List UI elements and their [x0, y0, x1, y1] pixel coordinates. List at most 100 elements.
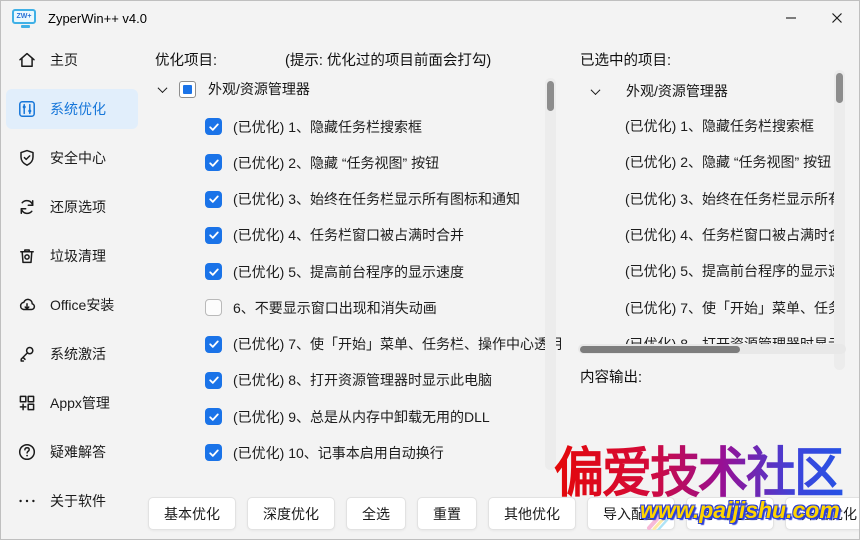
footer-button-5[interactable]: 其他优化 [488, 497, 576, 530]
optimize-item-label: (已优化) 5、提高前台程序的显示速度 [233, 262, 464, 282]
selected-item-row: (已优化) 4、任务栏窗口被占满时合并 [625, 217, 835, 253]
footer-button-2[interactable]: 深度优化 [247, 497, 335, 530]
watermark-community-text: 偏爱技术社区 [554, 444, 860, 503]
shield-check-icon [17, 148, 37, 168]
key-icon [17, 344, 37, 364]
optimize-item-label: (已优化) 10、记事本启用自动换行 [233, 443, 444, 463]
sidebar-item-label: 还原选项 [50, 197, 106, 217]
main-vertical-scrollbar-track[interactable] [545, 78, 556, 470]
optimize-item-label: (已优化) 1、隐藏任务栏搜索框 [233, 117, 422, 137]
item-checkbox-checked[interactable] [205, 408, 222, 425]
item-checkbox-checked[interactable] [205, 227, 222, 244]
close-button[interactable] [814, 0, 860, 36]
group-checkbox-indeterminate[interactable] [179, 81, 196, 98]
sidebar-item-label: 安全中心 [50, 148, 106, 168]
help-circle-icon [17, 442, 37, 462]
app-logo-text: ZW+ [17, 13, 32, 20]
footer-button-3[interactable]: 全选 [346, 497, 406, 530]
optimize-item-row: (已优化) 10、记事本启用自动换行 [205, 443, 444, 463]
optimize-list-hint: (提示: 优化过的项目前面会打勾) [285, 49, 491, 70]
appx-grid-icon [17, 393, 37, 413]
sidebar-item-7[interactable]: 系统激活 [6, 334, 138, 374]
optimize-item-label: (已优化) 7、使「开始」菜单、任务栏、操作中心透明 [233, 334, 562, 354]
item-checkbox-checked[interactable] [205, 118, 222, 135]
trash-icon [17, 246, 37, 266]
footer-button-1[interactable]: 基本优化 [148, 497, 236, 530]
sidebar-item-6[interactable]: Office安装 [6, 285, 138, 325]
group-label: 外观/资源管理器 [208, 79, 310, 99]
output-label: 内容输出: [580, 366, 642, 387]
optimize-item-row: (已优化) 3、始终在任务栏显示所有图标和通知 [205, 189, 520, 209]
item-checkbox-unchecked[interactable] [205, 299, 222, 316]
close-icon [831, 12, 843, 24]
sidebar-item-label: 疑难解答 [50, 442, 106, 462]
sidebar-item-5[interactable]: 垃圾清理 [6, 236, 138, 276]
selected-item-row: (已优化) 7、使「开始」菜单、任务栏、操作中心透明 [625, 289, 835, 325]
sidebar-item-label: 主页 [50, 50, 78, 70]
selected-group-appearance: 外观/资源管理器 [590, 81, 728, 101]
optimize-item-label: (已优化) 3、始终在任务栏显示所有图标和通知 [233, 189, 520, 209]
selected-vertical-scrollbar-thumb[interactable] [836, 73, 843, 103]
sidebar-item-label: 系统优化 [50, 99, 106, 119]
home-icon [17, 50, 37, 70]
expander-chevron-down-icon[interactable] [590, 88, 612, 95]
selected-panel-title: 已选中的项目: [580, 49, 671, 70]
footer-button-4[interactable]: 重置 [417, 497, 477, 530]
sidebar: 主页系统优化安全中心还原选项垃圾清理 Office安装系统激活 Appx管理疑难解答… [0, 40, 144, 530]
sidebar-item-label: 垃圾清理 [50, 246, 106, 266]
optimize-item-row: (已优化) 2、隐藏 “任务视图” 按钮 [205, 153, 439, 173]
optimize-item-row: 6、不要显示窗口出现和消失动画 [205, 298, 437, 318]
sidebar-item-4[interactable]: 还原选项 [6, 187, 138, 227]
selected-item-row: (已优化) 5、提高前台程序的显示速度 [625, 253, 835, 289]
item-checkbox-checked[interactable] [205, 336, 222, 353]
expander-chevron-down-icon[interactable] [157, 86, 179, 93]
minimize-button[interactable] [768, 0, 814, 36]
selected-item-row: (已优化) 2、隐藏 “任务视图” 按钮 [625, 144, 835, 180]
optimize-item-row: (已优化) 5、提高前台程序的显示速度 [205, 262, 464, 282]
title-bar: ZW+ ZyperWin++ v4.0 [0, 0, 860, 36]
footer-button-bar: 基本优化深度优化全选重置其他优化导入配置导出配置开始优化还原所选 [148, 497, 860, 530]
item-checkbox-checked[interactable] [205, 263, 222, 280]
optimize-item-row: (已优化) 7、使「开始」菜单、任务栏、操作中心透明 [205, 334, 562, 354]
sidebar-item-label: Office安装 [50, 295, 114, 315]
optimize-item-label: (已优化) 2、隐藏 “任务视图” 按钮 [233, 153, 439, 173]
optimize-list-title: 优化项目: [155, 49, 217, 70]
tree-group-appearance: 外观/资源管理器 [157, 79, 310, 99]
main-vertical-scrollbar-thumb[interactable] [547, 81, 554, 111]
footer-button-7[interactable]: 导出配置 [686, 497, 774, 530]
app-logo-icon: ZW+ [12, 9, 38, 28]
sidebar-item-3[interactable]: 安全中心 [6, 138, 138, 178]
sidebar-item-label: 关于软件 [50, 491, 106, 511]
selected-item-row: (已优化) 1、隐藏任务栏搜索框 [625, 108, 835, 144]
optimize-item-label: (已优化) 4、任务栏窗口被占满时合并 [233, 225, 464, 245]
footer-button-6[interactable]: 导入配置 [587, 497, 675, 530]
optimize-item-row: (已优化) 9、总是从内存中卸载无用的DLL [205, 407, 490, 427]
cloud-download-icon [17, 295, 37, 315]
ellipsis-icon [17, 491, 37, 511]
sliders-icon [17, 99, 37, 119]
footer-button-8[interactable]: 开始优化 [785, 497, 860, 530]
sidebar-item-1[interactable]: 主页 [6, 40, 138, 80]
item-checkbox-checked[interactable] [205, 191, 222, 208]
window-title: ZyperWin++ v4.0 [48, 11, 147, 26]
sidebar-item-2[interactable]: 系统优化 [6, 89, 138, 129]
selected-vertical-scrollbar-track[interactable] [834, 70, 845, 370]
sidebar-item-8[interactable]: Appx管理 [6, 383, 138, 423]
item-checkbox-checked[interactable] [205, 154, 222, 171]
sidebar-item-label: 系统激活 [50, 344, 106, 364]
selected-group-label: 外观/资源管理器 [626, 81, 728, 101]
restore-icon [17, 197, 37, 217]
optimize-item-row: (已优化) 8、打开资源管理器时显示此电脑 [205, 370, 492, 390]
optimize-item-label: (已优化) 8、打开资源管理器时显示此电脑 [233, 370, 492, 390]
selected-item-list: (已优化) 1、隐藏任务栏搜索框(已优化) 2、隐藏 “任务视图” 按钮(已优化… [625, 108, 835, 358]
optimize-item-label: 6、不要显示窗口出现和消失动画 [233, 298, 437, 318]
selected-item-row: (已优化) 3、始终在任务栏显示所有图标和通知 [625, 181, 835, 217]
item-checkbox-checked[interactable] [205, 372, 222, 389]
optimize-item-row: (已优化) 1、隐藏任务栏搜索框 [205, 117, 422, 137]
sidebar-item-10[interactable]: 关于软件 [6, 481, 138, 521]
optimize-item-label: (已优化) 9、总是从内存中卸载无用的DLL [233, 407, 490, 427]
item-checkbox-checked[interactable] [205, 444, 222, 461]
sidebar-item-label: Appx管理 [50, 393, 110, 413]
sidebar-item-9[interactable]: 疑难解答 [6, 432, 138, 472]
selected-horizontal-scrollbar-thumb[interactable] [580, 346, 740, 353]
